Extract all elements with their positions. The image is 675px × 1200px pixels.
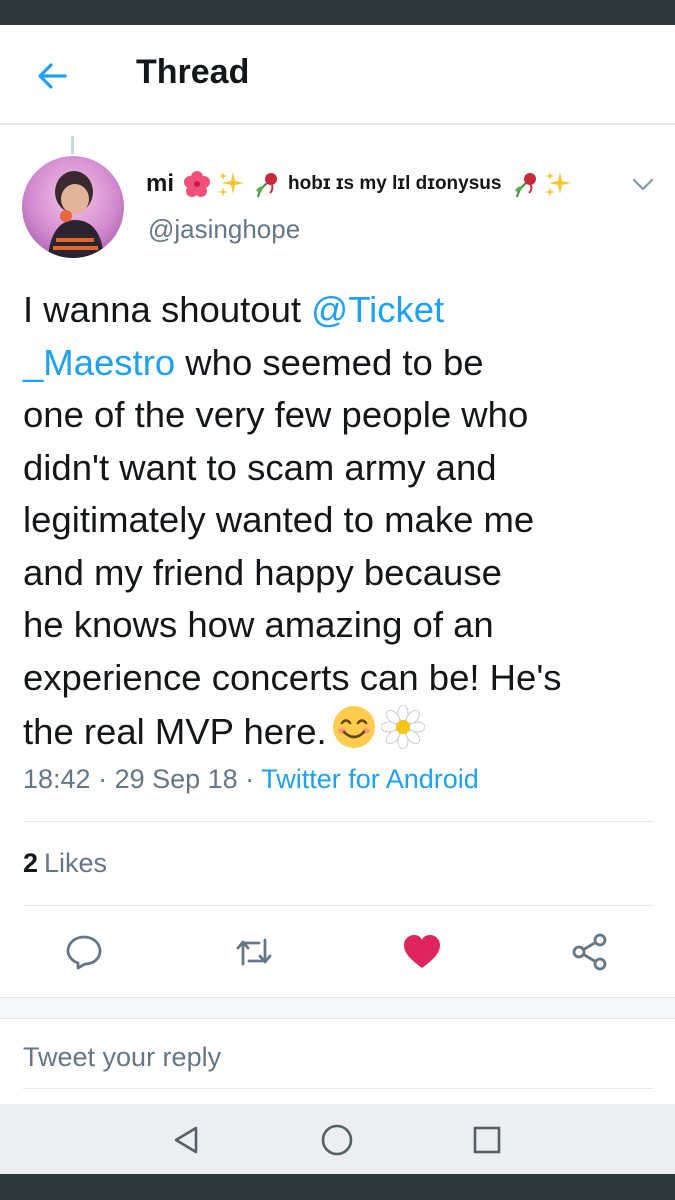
meta-separator: ·	[90, 764, 115, 794]
tweet-text-line: experience concerts can be! He's	[23, 656, 562, 698]
tweet-date: 29 Sep 18	[114, 764, 238, 794]
reply-input[interactable]: Tweet your reply	[23, 1042, 653, 1089]
author-name-row[interactable]: mi hobɪ ɪs my lɪl dɪonysus	[146, 164, 577, 204]
tweet-text-line: didn't want to scam army and	[23, 446, 497, 488]
text-segment: the real MVP here.	[23, 710, 327, 752]
retweet-button[interactable]	[232, 930, 276, 974]
status-bar	[0, 0, 675, 25]
text-segment: I wanna shoutout	[23, 289, 312, 330]
system-nav-bar	[0, 1104, 675, 1174]
thread-connector-line	[71, 136, 74, 154]
nav-back-button[interactable]	[164, 1118, 208, 1162]
tweet-source-link[interactable]: Twitter for Android	[261, 764, 479, 794]
wilted-rose-icon	[509, 169, 539, 199]
triangle-back-icon	[174, 1126, 198, 1154]
tweet-time: 18:42	[23, 764, 91, 794]
text-segment: who seemed to be	[175, 341, 484, 383]
sparkles-icon	[543, 169, 573, 199]
tweet-text-line: the real MVP here.	[23, 704, 653, 757]
reply-icon	[66, 935, 102, 970]
chevron-down-icon	[632, 178, 654, 191]
avatar[interactable]	[22, 156, 124, 258]
bottom-system-strip	[0, 1174, 675, 1200]
nav-recents-button[interactable]	[465, 1118, 509, 1162]
share-icon	[572, 933, 607, 971]
smiling-face-icon	[331, 704, 377, 765]
wilted-rose-icon	[250, 169, 280, 199]
heart-icon	[404, 935, 440, 968]
divider	[23, 905, 653, 906]
display-name: mi	[146, 170, 175, 197]
avatar-photo	[22, 156, 124, 258]
display-name-suffix: hobɪ ɪs my lɪl dɪonysus	[288, 173, 502, 194]
app-header: Thread	[0, 25, 675, 125]
sparkles-icon	[216, 169, 246, 199]
tweet-text-line: and my friend happy because	[23, 551, 502, 593]
tweet-menu-button[interactable]	[628, 170, 658, 200]
divider	[23, 821, 653, 822]
mention-link[interactable]: _Maestro	[23, 342, 175, 383]
likes-count: 2	[23, 848, 39, 878]
tweet-text-line: he knows how amazing of an	[23, 604, 494, 645]
retweet-icon	[236, 938, 272, 966]
daisy-icon	[380, 704, 426, 764]
mention-link[interactable]: @Ticket	[311, 289, 444, 330]
likes-label: Likes	[44, 848, 108, 878]
share-button[interactable]	[568, 930, 612, 974]
meta-separator: ·	[237, 764, 262, 794]
tweet-text-line: I wanna shoutout @Ticket	[23, 284, 653, 337]
tweet-text: I wanna shoutout @Ticket _Maestro who se…	[23, 284, 653, 757]
tweet-text-line: one of the very few people who	[23, 394, 529, 435]
square-recents-icon	[473, 1126, 501, 1154]
tweet-text-line: legitimately wanted to make me	[23, 499, 535, 540]
page-title: Thread	[136, 53, 250, 91]
tweet-text-line: _Maestro who seemed to be	[23, 337, 653, 390]
circle-home-icon	[321, 1124, 353, 1156]
reply-button[interactable]	[62, 930, 106, 974]
author-handle[interactable]: @jasinghope	[148, 214, 300, 245]
hibiscus-icon	[182, 169, 212, 199]
tweet-meta: 18:42 · 29 Sep 18 · Twitter for Android	[23, 764, 479, 795]
likes-summary[interactable]: 2 Likes	[23, 848, 107, 879]
back-arrow-icon	[38, 63, 67, 89]
back-button[interactable]	[28, 52, 76, 100]
section-gap	[0, 997, 675, 1019]
like-button[interactable]	[400, 930, 444, 974]
nav-home-button[interactable]	[315, 1118, 359, 1162]
